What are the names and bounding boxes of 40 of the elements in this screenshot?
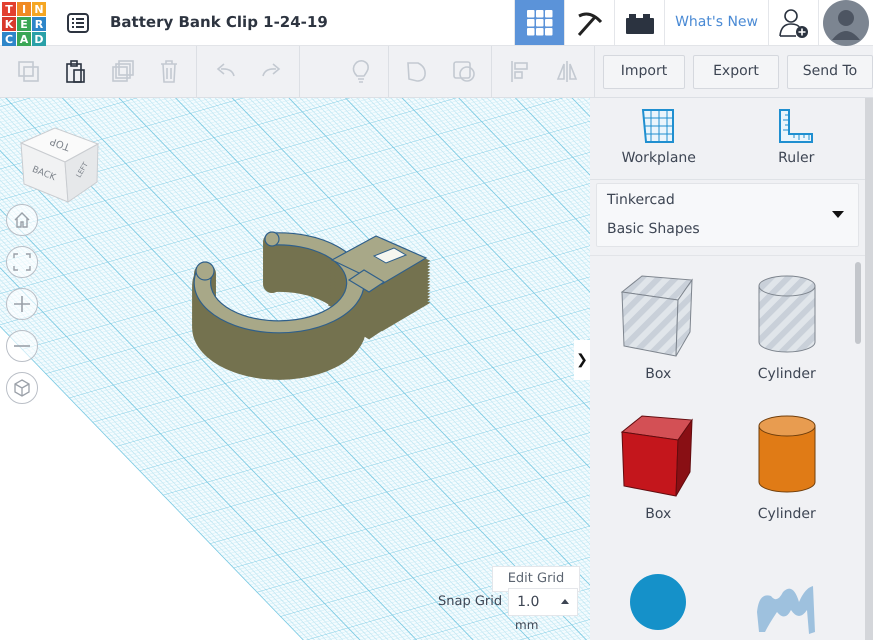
zoom-in-view-button[interactable] bbox=[6, 288, 38, 320]
ruler-icon bbox=[778, 108, 814, 144]
zoom-out-view-button[interactable] bbox=[6, 330, 38, 362]
tinkercad-logo[interactable]: T I N K E R C A D bbox=[2, 2, 46, 45]
duplicate-icon bbox=[110, 59, 134, 84]
snap-grid-select[interactable]: 1.0 bbox=[508, 588, 578, 616]
workplane-tool-button[interactable]: Workplane bbox=[590, 98, 728, 179]
add-user-icon bbox=[778, 6, 810, 38]
caret-icon bbox=[832, 211, 844, 218]
zoom-in-icon bbox=[11, 293, 33, 315]
hole-cylinder-shape-icon bbox=[758, 276, 816, 352]
design-title: Battery Bank Clip 1-24-19 bbox=[110, 12, 328, 34]
snap-grid-unit: mm bbox=[515, 618, 538, 632]
bricks-icon bbox=[626, 12, 654, 34]
fit-view-button[interactable] bbox=[6, 246, 38, 278]
fit-view-icon bbox=[11, 251, 33, 273]
clip-model-drawing[interactable] bbox=[192, 231, 430, 380]
copy-icon bbox=[16, 59, 40, 84]
hole-icon bbox=[452, 59, 476, 84]
grid-icon bbox=[526, 10, 553, 36]
scrollbar-thumb[interactable] bbox=[855, 262, 861, 344]
caret-icon bbox=[561, 599, 570, 604]
avatar-icon[interactable] bbox=[823, 0, 869, 46]
send-to-button[interactable]: Send To bbox=[787, 54, 873, 88]
list-icon bbox=[67, 12, 89, 32]
shape-library-dropdown[interactable]: Tinkercad Basic Shapes bbox=[596, 183, 859, 247]
shape-tile[interactable]: Box bbox=[594, 272, 722, 402]
ruler-tool-button[interactable]: Ruler bbox=[728, 98, 865, 179]
export-button[interactable]: Export bbox=[693, 54, 779, 88]
shape-icon bbox=[404, 59, 428, 84]
home-view-button[interactable] bbox=[6, 204, 38, 236]
shape-tile[interactable]: Cylinder bbox=[722, 272, 851, 402]
shape-tile[interactable]: Cylinder bbox=[722, 412, 851, 542]
grid-plane-icon bbox=[640, 108, 677, 144]
perspective-view-button[interactable] bbox=[6, 372, 38, 404]
shape-tile[interactable]: Box bbox=[594, 412, 722, 542]
mirror-icon bbox=[554, 59, 578, 84]
import-button[interactable]: Import bbox=[603, 54, 685, 88]
panel-toggle-button[interactable]: ❯ bbox=[574, 340, 590, 380]
hole-box-shape-icon bbox=[621, 275, 694, 357]
